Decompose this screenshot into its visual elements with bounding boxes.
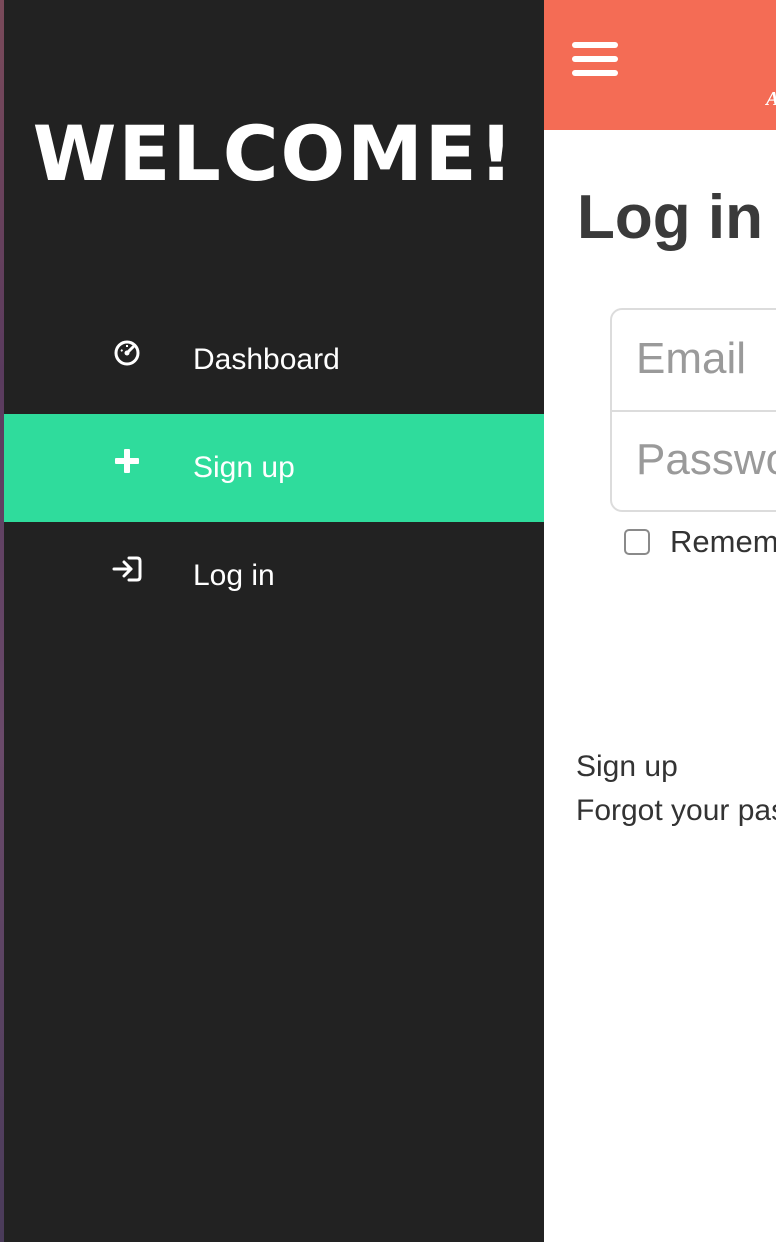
brand-logo-fragment: A xyxy=(766,88,776,111)
sidebar-item-label: Sign up xyxy=(193,451,295,484)
sidebar-item-signup[interactable]: Sign up xyxy=(4,414,544,522)
sidebar-welcome-heading: WELCOME! xyxy=(32,109,516,198)
forgot-password-link[interactable]: Forgot your password? xyxy=(576,794,776,828)
app-window: WELCOME! Dashboard Sign up Log in Log in… xyxy=(0,0,776,1242)
password-field[interactable] xyxy=(612,410,776,508)
email-field[interactable] xyxy=(612,310,776,408)
sidebar-item-dashboard[interactable]: Dashboard xyxy=(4,306,544,414)
sidebar-item-label: Dashboard xyxy=(193,343,340,376)
main-content: A Log in Remember me Sign up Forgot your… xyxy=(544,0,776,1242)
signup-link[interactable]: Sign up xyxy=(576,750,678,784)
sidebar-item-login[interactable]: Log in xyxy=(4,522,544,630)
login-form xyxy=(610,308,776,512)
remember-me-checkbox[interactable] xyxy=(624,529,650,555)
dashboard-gauge-icon xyxy=(110,336,144,370)
sidebar-drawer: WELCOME! Dashboard Sign up Log in xyxy=(4,0,544,1242)
top-navbar: A xyxy=(544,0,776,130)
remember-me-label: Remember me xyxy=(670,524,776,559)
plus-icon xyxy=(110,444,144,478)
hamburger-menu-icon[interactable] xyxy=(572,42,620,78)
sign-in-icon xyxy=(110,552,144,586)
page-title: Log in xyxy=(577,183,763,252)
sidebar-item-label: Log in xyxy=(193,559,275,592)
